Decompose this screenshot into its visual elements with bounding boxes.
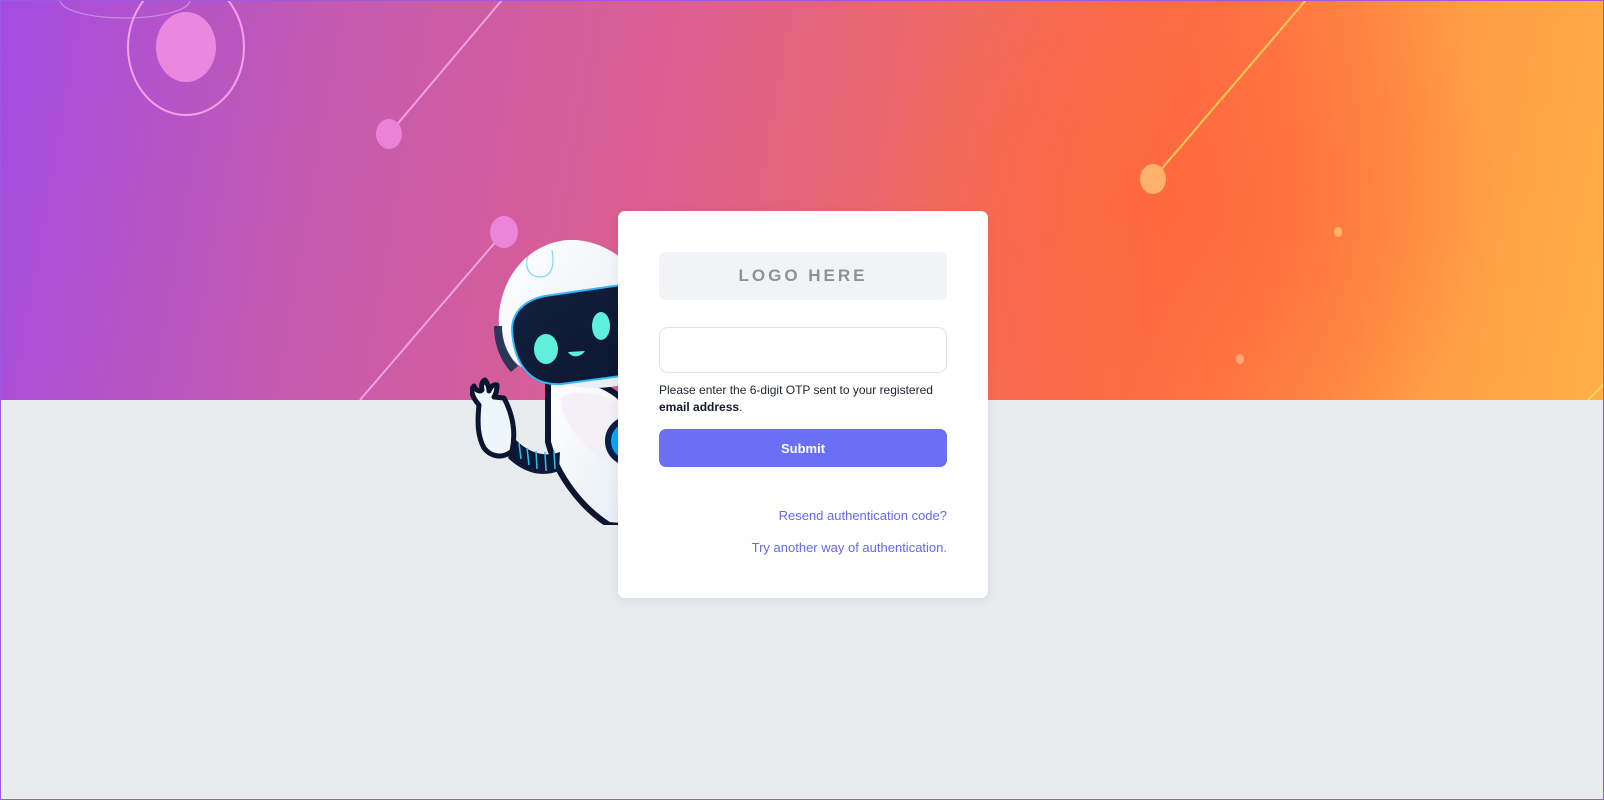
otp-input[interactable] bbox=[659, 327, 947, 373]
decorative-top-arc-icon bbox=[59, 0, 191, 19]
robot-mascot-icon bbox=[470, 240, 640, 525]
logo-placeholder: LOGO HERE bbox=[659, 252, 947, 300]
otp-verification-card: LOGO HERE Please enter the 6-digit OTP s… bbox=[618, 211, 988, 598]
submit-button[interactable]: Submit bbox=[659, 429, 947, 467]
resend-authentication-code-link[interactable]: Resend authentication code? bbox=[779, 508, 947, 523]
decorative-line-icon bbox=[1152, 0, 1307, 180]
decorative-bubble-icon bbox=[156, 12, 216, 82]
decorative-line-icon bbox=[388, 0, 503, 135]
decorative-dot-icon bbox=[1236, 354, 1244, 364]
otp-instruction-prefix: Please enter the 6-digit OTP sent to you… bbox=[659, 383, 933, 397]
alternate-authentication-link[interactable]: Try another way of authentication. bbox=[752, 540, 947, 555]
otp-login-page: LOGO HERE Please enter the 6-digit OTP s… bbox=[0, 0, 1604, 800]
decorative-dot-icon bbox=[376, 119, 402, 149]
decorative-dot-icon bbox=[1334, 227, 1342, 237]
decorative-corner-arc-icon bbox=[1587, 383, 1604, 400]
decorative-dot-icon bbox=[1140, 164, 1166, 194]
otp-instruction-emphasis: email address bbox=[659, 400, 740, 414]
otp-instruction-text: Please enter the 6-digit OTP sent to you… bbox=[659, 382, 959, 416]
otp-instruction-suffix: . bbox=[739, 400, 743, 414]
